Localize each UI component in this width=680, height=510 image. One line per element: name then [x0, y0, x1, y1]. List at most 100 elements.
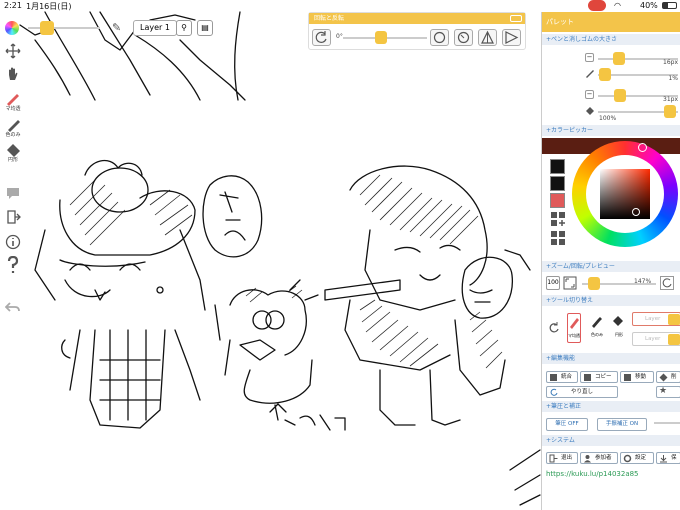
system-section[interactable]: +システム: [542, 435, 680, 446]
rotate-right-icon: [433, 31, 446, 44]
shape-tool[interactable]: 円形: [2, 143, 24, 163]
leave-icon: [549, 454, 558, 463]
pen-tool[interactable]: マ均透: [2, 92, 24, 112]
save-label: 保: [671, 455, 677, 461]
chat-button[interactable]: [2, 186, 24, 200]
eyedropper-tool[interactable]: 色のみ: [2, 118, 24, 138]
palette-header: パレット: [542, 12, 680, 32]
rotate-ccw-button[interactable]: [454, 29, 473, 46]
edit-section[interactable]: +編集機能: [542, 353, 680, 364]
rotate-left-icon: [315, 31, 327, 43]
pen-opacity-value: 1%: [668, 75, 678, 82]
status-date: 1月16日(日): [26, 2, 72, 11]
redo-icon: [550, 388, 558, 396]
saturation-brightness-square[interactable]: [600, 169, 650, 219]
edit-icon[interactable]: ✎: [112, 20, 130, 36]
help-button[interactable]: [2, 256, 24, 274]
pen-size-knob[interactable]: [613, 52, 625, 65]
rotate-ccw-icon: [457, 31, 470, 44]
save-button[interactable]: 保: [656, 452, 680, 464]
pen-size-decrease-button[interactable]: −: [585, 53, 594, 62]
swatch-grid-icon[interactable]: [550, 211, 566, 227]
palette-eyedropper-tool[interactable]: 色のみ: [590, 313, 604, 343]
status-bar: 2:21 1月16日(日) ◠ 40%: [0, 0, 680, 12]
rotation-slider-knob[interactable]: [375, 31, 387, 44]
participants-button[interactable]: 参加者: [580, 452, 618, 464]
brush-size-slider[interactable]: [28, 21, 100, 35]
palette-title: パレット: [546, 18, 574, 26]
exit-icon: [7, 210, 21, 224]
swatch-red[interactable]: [550, 193, 565, 208]
color-wheel-handle[interactable]: [638, 143, 647, 152]
delete-button[interactable]: 削: [656, 371, 680, 383]
rotation-angle: 0°: [336, 33, 343, 40]
drawing-canvas[interactable]: [0, 0, 541, 510]
favorite-button[interactable]: ★: [656, 386, 680, 398]
flip-vertical-button[interactable]: [478, 29, 497, 46]
color-wheel-button[interactable]: [5, 21, 19, 35]
palette-pen-tool[interactable]: マ均透: [567, 313, 581, 343]
tool-switch-section[interactable]: +ツール切り替え: [542, 295, 680, 306]
palette-eraser-label: 円形: [615, 332, 623, 337]
fit-screen-icon[interactable]: [563, 276, 577, 290]
eraser-size-value: 31px: [663, 96, 678, 103]
color-picker-section[interactable]: +カラーピッカー: [542, 125, 680, 136]
swatch-list-icon[interactable]: [550, 230, 566, 246]
info-button[interactable]: [2, 234, 24, 250]
leave-button[interactable]: 退出: [546, 452, 578, 464]
move-button[interactable]: 移動: [620, 371, 654, 383]
close-panel-button[interactable]: [510, 15, 522, 22]
copy-button[interactable]: コピー: [580, 371, 618, 383]
layer-slot-2[interactable]: Layer: [632, 332, 680, 346]
wifi-icon: ◠: [614, 1, 621, 10]
undo-icon: [5, 302, 20, 312]
pressure-toggle-button[interactable]: 筆圧 OFF: [546, 418, 588, 431]
undo-button[interactable]: [2, 300, 24, 314]
zoom-100-button[interactable]: 100: [546, 276, 560, 290]
move-tool[interactable]: [2, 43, 24, 59]
layer-slot-2-label: Layer: [645, 336, 661, 342]
merge-icon: [550, 374, 557, 381]
zoom-section[interactable]: +ズーム/回転/プレビュー: [542, 261, 680, 272]
stabilizer-toggle-button[interactable]: 手振補正 ON: [597, 418, 647, 431]
flip-horizontal-button[interactable]: [502, 29, 521, 46]
rotate-cw-button[interactable]: [430, 29, 449, 46]
share-link[interactable]: https://kuku.lu/p14032a85: [546, 470, 639, 478]
eraser-size-knob[interactable]: [614, 89, 626, 102]
eraser-opacity-knob[interactable]: [664, 105, 676, 118]
settings-button[interactable]: 設定: [620, 452, 654, 464]
brush-icon[interactable]: ⚲: [176, 20, 192, 36]
zoom-100-label: 100: [547, 279, 559, 286]
battery-icon: [662, 2, 677, 9]
hand-tool[interactable]: [2, 66, 24, 82]
slider-knob[interactable]: [40, 21, 54, 35]
swatch-black-2[interactable]: [550, 176, 565, 191]
layer-slot-1[interactable]: Layer: [632, 312, 680, 326]
color-square-handle[interactable]: [632, 208, 640, 216]
eyedropper-icon: [8, 120, 20, 132]
palette-eraser-tool[interactable]: 円形: [612, 313, 626, 343]
eraser-size-decrease-button[interactable]: −: [585, 90, 594, 99]
layer-menu-icon[interactable]: ▤: [197, 20, 213, 36]
layer-selector[interactable]: Layer 1: [133, 20, 177, 36]
pen-icon: [7, 94, 19, 106]
pen-tool-label: マ均透: [5, 106, 21, 112]
info-icon: [5, 234, 21, 250]
zoom-knob[interactable]: [588, 277, 600, 290]
tool-reset-icon[interactable]: [548, 322, 560, 334]
rotate-view-icon[interactable]: [660, 276, 674, 290]
rotate-panel-title: 回転と反転: [314, 15, 345, 22]
rotate-reset-button[interactable]: [312, 29, 331, 46]
redo-button[interactable]: やり直し: [546, 386, 618, 398]
help-icon: [7, 256, 19, 273]
color-wheel[interactable]: [572, 141, 678, 247]
swatch-black[interactable]: [550, 159, 565, 174]
merge-button[interactable]: 統合: [546, 371, 578, 383]
palette-eyedropper-icon: [592, 317, 602, 328]
pen-opacity-knob[interactable]: [599, 68, 611, 81]
stabilize-section[interactable]: +筆圧と補正: [542, 401, 680, 412]
eraser-opacity-value: 100%: [599, 115, 617, 122]
pen-size-section[interactable]: +ペンと消しゴムの大きさ: [542, 34, 680, 45]
stabilizer-track[interactable]: [654, 422, 680, 424]
exit-button[interactable]: [2, 210, 24, 224]
